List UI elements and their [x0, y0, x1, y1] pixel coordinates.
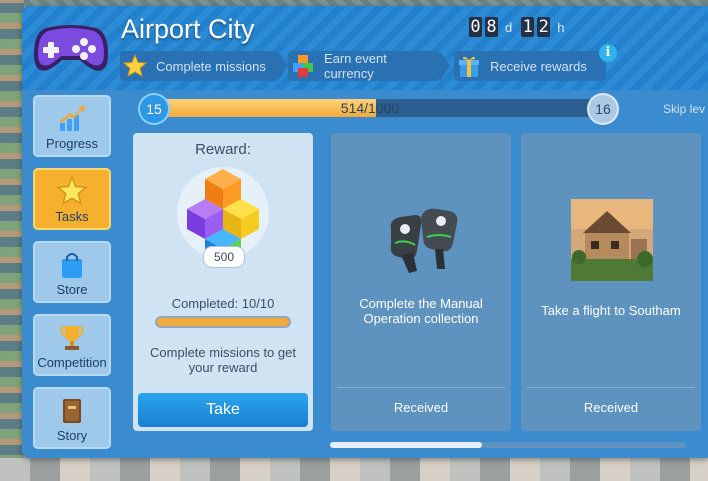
event-title: Airport City	[121, 14, 255, 44]
task-status: Received	[583, 400, 639, 415]
task-name: Complete the Manual Operation collection	[359, 296, 483, 326]
reward-card: Reward: 500 Completed: 10/10 Complete mi…	[133, 133, 313, 431]
cottage-photo	[571, 199, 653, 281]
level-progress-text: 514/1000	[340, 100, 400, 116]
city-edge-left	[0, 0, 24, 481]
reward-label: Reward:	[195, 141, 251, 158]
vr-controller-icon	[381, 199, 463, 281]
star-icon	[122, 53, 148, 79]
timer-hours-tens: 1	[521, 17, 535, 37]
task-name: Take a flight to Southam	[541, 303, 681, 318]
card-divider	[337, 387, 505, 388]
timer-days-ones: 8	[485, 17, 498, 37]
completed-progress-bar	[157, 318, 289, 326]
trophy-icon	[57, 322, 87, 352]
tasks-scrollbar-thumb[interactable]	[330, 442, 482, 448]
sidebar: Progress Tasks Store Competition Story	[22, 90, 124, 458]
tab-competition[interactable]: Competition	[33, 314, 111, 376]
tab-progress[interactable]: Progress	[33, 95, 111, 157]
tab-label: Progress	[45, 136, 99, 151]
tab-story[interactable]: Story	[33, 387, 111, 449]
step-complete-missions: Complete missions	[120, 51, 288, 81]
timer-hours-unit: h	[557, 19, 565, 35]
timer-days-unit: d	[505, 19, 513, 35]
city-edge-bottom	[0, 458, 708, 481]
step-label: Receive rewards	[490, 58, 587, 74]
task-status: Received	[393, 400, 449, 415]
level-progress-bar: 514/1000	[140, 99, 600, 117]
step-label: Earn event currency	[323, 51, 387, 81]
info-button[interactable]: i	[599, 44, 617, 62]
tab-label: Store	[56, 282, 88, 297]
tab-label: Competition	[37, 355, 107, 370]
timer-days-tens: 0	[469, 17, 482, 37]
reward-hint: Complete missions to get your reward	[150, 345, 296, 375]
step-receive-rewards: Receive rewards	[454, 51, 606, 81]
cube-icon	[290, 53, 316, 79]
reward-amount-badge: 500	[203, 246, 245, 268]
gamepad-icon	[32, 20, 110, 78]
card-divider	[527, 387, 695, 388]
tab-label: Tasks	[55, 209, 89, 224]
star-icon	[57, 176, 87, 206]
take-reward-button[interactable]: Take	[138, 393, 308, 427]
task-card-manual-operation[interactable]: Complete the Manual Operation collection…	[331, 133, 511, 431]
step-earn-currency: Earn event currency	[288, 51, 450, 81]
next-level-badge: 16	[589, 95, 617, 123]
event-panel: Airport City 0 8 d 1 2 h Complete missio…	[22, 6, 708, 458]
tab-label: Story	[56, 428, 88, 443]
current-level-badge: 15	[140, 95, 168, 123]
completed-counter: Completed: 10/10	[171, 296, 275, 311]
task-card-flight-southam[interactable]: Take a flight to Southam Received	[521, 133, 701, 431]
gift-icon	[456, 53, 482, 79]
tasks-scrollbar[interactable]	[330, 442, 686, 448]
timer-hours-ones: 2	[537, 17, 551, 37]
step-label: Complete missions	[156, 58, 266, 74]
progress-arrow-icon	[57, 103, 87, 133]
skip-level-link[interactable]: Skip lev	[663, 102, 705, 116]
event-timer: 0 8 d 1 2 h	[469, 17, 570, 37]
tab-store[interactable]: Store	[33, 241, 111, 303]
shopping-bag-icon	[57, 249, 87, 279]
panel-header: Airport City 0 8 d 1 2 h Complete missio…	[22, 6, 708, 90]
book-icon	[57, 395, 87, 425]
tab-tasks[interactable]: Tasks	[33, 168, 111, 230]
